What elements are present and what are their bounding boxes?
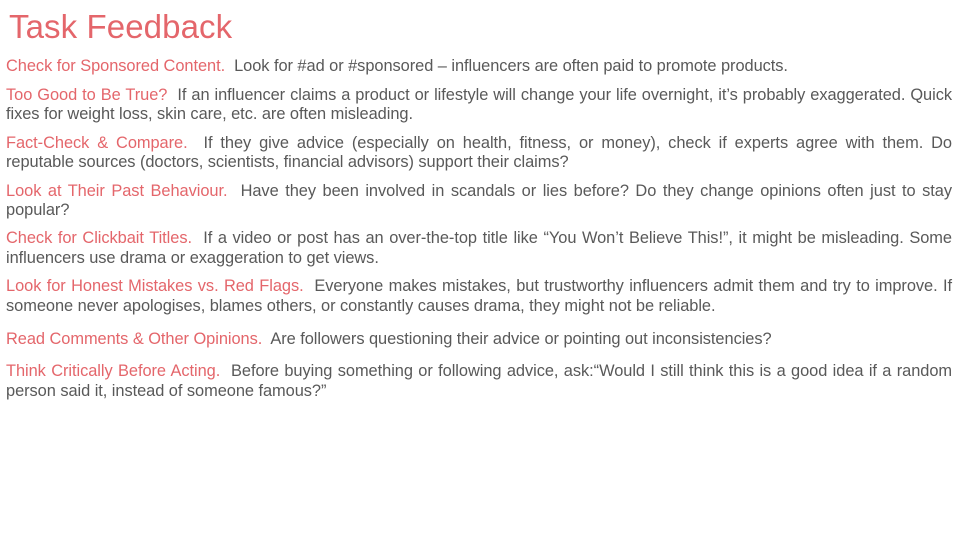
feedback-item-4-spacer [227,182,240,200]
feedback-item-4: Look at Their Past Behaviour. Have they … [6,182,952,221]
feedback-list: Check for Sponsored Content. Look for #a… [6,57,952,402]
slide-canvas: Task Feedback Check for Sponsored Conten… [0,0,960,540]
feedback-item-8-lead: Think Critically Before Acting. [6,362,221,381]
feedback-item-1-spacer [225,57,234,75]
feedback-item-6: Look for Honest Mistakes vs. Red Flags. … [6,277,952,316]
feedback-item-5-spacer [192,229,203,247]
feedback-item-7-lead: Read Comments & Other Opinions. [6,329,263,348]
feedback-item-2: Too Good to Be True? If an influencer cl… [6,86,952,125]
feedback-item-5-lead: Check for Clickbait Titles. [6,229,192,248]
feedback-item-7-body: Are followers questioning their advice o… [270,329,772,348]
feedback-item-2-spacer [167,86,177,104]
feedback-item-3: Fact-Check & Compare. If they give advic… [6,134,952,173]
feedback-item-7: Read Comments & Other Opinions. Are foll… [6,330,952,350]
page-title: Task Feedback [9,8,233,45]
feedback-item-2-lead: Too Good to Be True? [6,85,168,104]
feedback-item-6-lead: Look for Honest Mistakes vs. Red Flags. [6,277,304,296]
feedback-item-1-lead: Check for Sponsored Content. [6,57,226,75]
feedback-item-3-spacer [188,134,204,152]
feedback-item-8-spacer [220,362,231,380]
feedback-item-8: Think Critically Before Acting. Before b… [6,362,952,401]
feedback-item-4-lead: Look at Their Past Behaviour. [6,181,228,200]
feedback-item-6-spacer [304,277,315,295]
feedback-item-3-lead: Fact-Check & Compare. [6,133,188,152]
feedback-item-1: Check for Sponsored Content. Look for #a… [6,57,952,77]
feedback-item-1-body: Look for #ad or #sponsored – influencers… [234,57,788,75]
feedback-item-5: Check for Clickbait Titles. If a video o… [6,229,952,268]
